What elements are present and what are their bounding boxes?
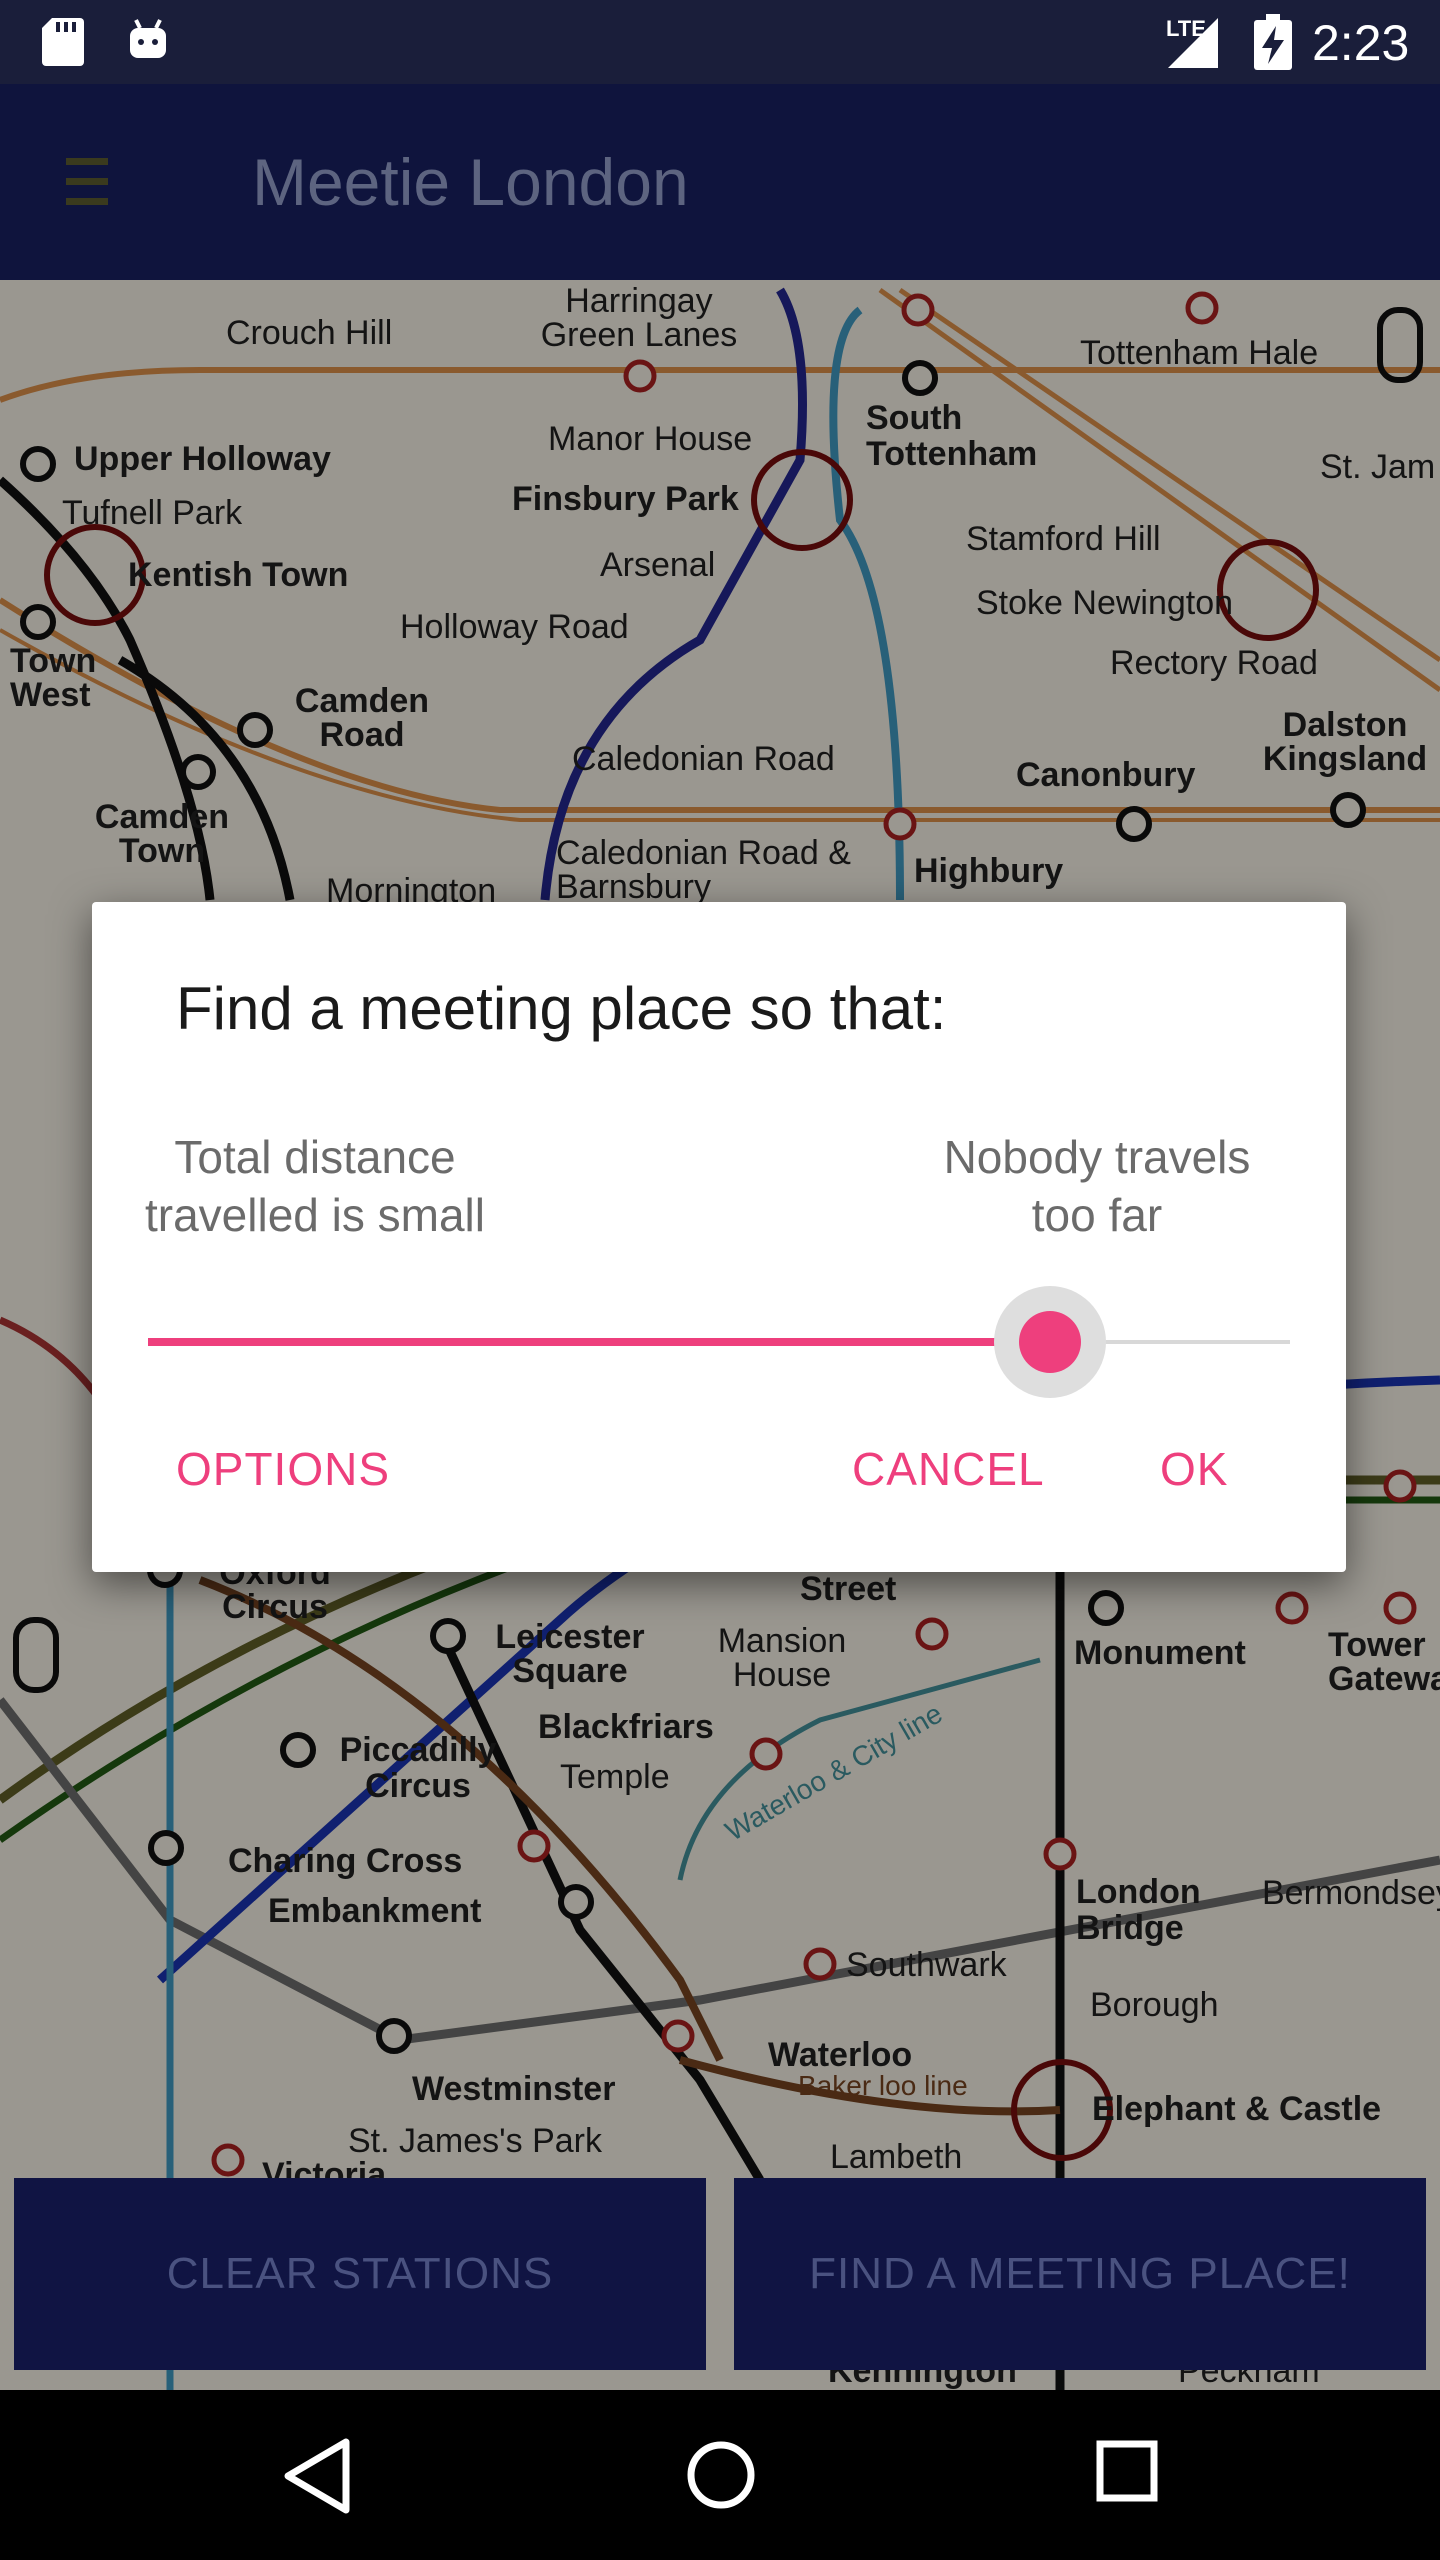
app-title: Meetie London	[252, 145, 689, 219]
slider-thumb[interactable]	[1019, 1311, 1082, 1373]
station-label: Crouch Hill	[226, 314, 393, 352]
station-label: Tufnell Park	[62, 494, 243, 532]
station-label: Dalston Kingsland	[1262, 706, 1428, 778]
line-label: Baker loo line	[798, 2070, 968, 2101]
find-meeting-place-button[interactable]: FIND A MEETING PLACE!	[734, 2178, 1426, 2370]
navigation-bar	[0, 2392, 1440, 2560]
station-label: Tower Gateway	[1328, 1626, 1440, 1698]
station-label: Arsenal	[600, 546, 716, 584]
station-label: Stamford Hill	[966, 520, 1161, 558]
station-label: Charing Cross	[228, 1842, 463, 1880]
android-icon	[130, 19, 166, 58]
station-label: London Bridge	[1076, 1873, 1201, 1947]
station-label: Mansion House	[717, 1622, 847, 1694]
station-label: St. Jam	[1320, 448, 1436, 486]
station-label: Rectory Road	[1110, 644, 1318, 682]
station-label: Camden Town	[94, 798, 230, 870]
station-label: Canonbury	[1016, 756, 1196, 794]
cancel-button[interactable]: CANCEL	[852, 1442, 1045, 1496]
station-label: Elephant & Castle	[1092, 2090, 1382, 2128]
station-label: South Tottenham	[866, 399, 1038, 473]
station-label: Bermondsey	[1262, 1874, 1440, 1912]
station-label: Holloway Road	[400, 608, 629, 646]
station-label: Caledonian Road	[572, 740, 835, 778]
station-label: Upper Holloway	[74, 440, 331, 478]
slider-max-label: Nobody travels too far	[943, 1131, 1251, 1241]
station-label: Stoke Newington	[976, 584, 1234, 622]
back-icon[interactable]	[282, 2436, 352, 2516]
station-label: Borough	[1090, 1986, 1219, 2024]
slider-min-label: Total distance travelled is small	[145, 1131, 485, 1241]
station-label: Town West	[10, 642, 97, 714]
station-label: Harringay Green Lanes	[540, 282, 738, 354]
status-bar: LTE 2:23	[0, 0, 1440, 84]
station-label: Street	[800, 1570, 897, 1608]
meeting-preference-dialog: Find a meeting place so that: Total dist…	[92, 902, 1346, 1572]
station-label: Highbury	[914, 852, 1064, 890]
clock: 2:23	[1312, 15, 1410, 71]
battery-charging-icon	[1254, 14, 1292, 70]
dialog-title: Find a meeting place so that:	[176, 975, 947, 1042]
app-bar: Meetie London	[0, 84, 1440, 280]
station-label: Blackfriars	[538, 1708, 714, 1746]
station-label: Finsbury Park	[512, 480, 739, 518]
station-label: Caledonian Road & Barnsbury	[556, 834, 851, 906]
recents-icon[interactable]	[1096, 2440, 1158, 2502]
station-label: Embankment	[268, 1892, 482, 1930]
station-label: Camden Road	[294, 682, 430, 754]
clear-stations-button[interactable]: CLEAR STATIONS	[14, 2178, 706, 2370]
station-label: Kentish Town	[128, 556, 349, 594]
hamburger-menu-icon[interactable]	[66, 158, 108, 206]
ok-button[interactable]: OK	[1160, 1442, 1228, 1496]
sd-card-icon	[42, 18, 84, 66]
station-label: Piccadilly Circus	[339, 1731, 497, 1805]
options-button[interactable]: OPTIONS	[176, 1442, 390, 1496]
station-label: Lambeth	[830, 2138, 963, 2176]
station-label: Southwark	[846, 1946, 1007, 1984]
station-label: Temple	[560, 1758, 670, 1796]
station-label: Leicester Square	[495, 1618, 645, 1690]
slider-fill	[148, 1338, 1051, 1346]
station-label: Tottenham Hale	[1080, 334, 1319, 372]
home-icon[interactable]	[686, 2440, 756, 2510]
station-label: Westminster	[412, 2070, 616, 2108]
station-label: Monument	[1074, 1634, 1246, 1672]
station-label: Manor House	[548, 420, 753, 458]
signal-icon	[1168, 18, 1218, 68]
